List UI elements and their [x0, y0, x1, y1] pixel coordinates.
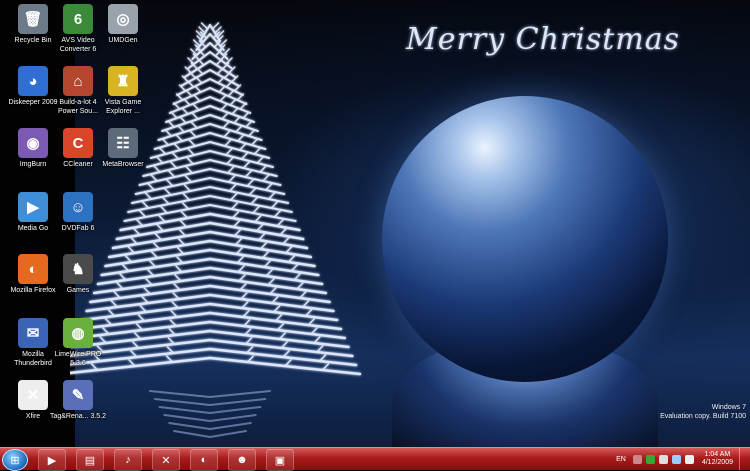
media-go-icon: ▶: [18, 192, 48, 222]
desktop-icon[interactable]: ♞ Games: [49, 254, 107, 295]
desktop-icon-label: DVDFab 6: [61, 225, 95, 232]
thunderbird-icon: ✉: [18, 318, 48, 348]
volume-icon[interactable]: [684, 454, 694, 464]
desktop-icon-label: Tag&Rena... 3.5.2: [49, 413, 107, 420]
desktop-icon[interactable]: ✎ Tag&Rena... 3.5.2: [49, 380, 107, 421]
desktop-icon[interactable]: ☷ MetaBrowser: [94, 128, 152, 169]
taskbar-pinned-button[interactable]: ✕: [152, 449, 180, 471]
taskbar-pinned-button[interactable]: ▣: [266, 449, 294, 471]
vista-game-explorer-icon: ♜: [108, 66, 138, 96]
language-indicator[interactable]: EN: [611, 456, 631, 463]
system-tray: EN 1:04 AM 4/12/2009: [611, 448, 750, 470]
desktop-icon-label: UMDGen: [108, 37, 138, 44]
windows-watermark: Windows 7 Evaluation copy. Build 7100: [660, 403, 746, 421]
taskbar-pinned-button[interactable]: ▶: [38, 449, 66, 471]
clock-time: 1:04 AM: [704, 451, 731, 458]
diskeeper-icon: ◕: [18, 66, 48, 96]
desktop[interactable]: Merry Christmas 🗑 Recycle Bin 6 AVS Video C…: [0, 0, 750, 447]
limewire-icon: ◍: [63, 318, 93, 348]
tray-arrow-icon[interactable]: [632, 454, 642, 464]
games-icon: ♞: [63, 254, 93, 284]
tray-app-icon[interactable]: [645, 454, 655, 464]
windows-explorer-icon: ▤: [84, 454, 96, 467]
watermark-os: Windows 7: [711, 404, 746, 411]
windows-logo-icon: ⊞: [10, 454, 20, 467]
imgburn-icon: ◉: [18, 128, 48, 158]
firefox-taskbar-icon: ◐: [200, 454, 208, 466]
ccleaner-icon: C: [63, 128, 93, 158]
firefox-icon: ◐: [18, 254, 48, 284]
show-desktop-button[interactable]: [739, 448, 750, 470]
clock[interactable]: 1:04 AM 4/12/2009: [696, 451, 739, 467]
media-go-taskbar-icon: ♪: [125, 454, 131, 466]
xfire-taskbar-icon: ✕: [161, 454, 171, 467]
dvdfab-icon: ☺: [63, 192, 93, 222]
taskbar-pinned-button[interactable]: ♪: [114, 449, 142, 471]
christmas-ornament-sphere: [382, 96, 668, 382]
desktop-icon-label: LimeWire PRO 5.3.6: [54, 351, 102, 367]
watermark-build: Evaluation copy. Build 7100: [660, 413, 746, 420]
desktop-icon[interactable]: ☺ DVDFab 6: [49, 192, 107, 233]
start-button[interactable]: ⊞: [2, 449, 28, 471]
merry-christmas-title: Merry Christmas: [406, 22, 681, 57]
desktop-icon-label: Games: [66, 287, 90, 294]
desktop-icon[interactable]: ◎ UMDGen: [94, 4, 152, 45]
metabrowser-icon: ☷: [108, 128, 138, 158]
network-icon[interactable]: [671, 454, 681, 464]
taskbar-pinned-button[interactable]: ▤: [76, 449, 104, 471]
tag-and-rename-icon: ✎: [63, 380, 93, 410]
taskbar-pinned-button[interactable]: ☻: [228, 449, 256, 471]
desktop-icon-label: MetaBrowser: [102, 161, 144, 168]
avs-video-converter-icon: 6: [63, 4, 93, 34]
remote-desktop-icon: ▣: [274, 454, 286, 467]
desktop-icon[interactable]: ♜ Vista Game Explorer ...: [94, 66, 152, 116]
desktop-icon-label: Vista Game Explorer ...: [104, 99, 142, 115]
windows-media-player-icon: ▶: [47, 454, 57, 467]
messenger-icon: ☻: [236, 454, 248, 466]
action-center-icon[interactable]: [658, 454, 668, 464]
taskbar-pinned-button[interactable]: ◐: [190, 449, 218, 471]
umdgen-icon: ◎: [108, 4, 138, 34]
clock-date: 4/12/2009: [701, 459, 733, 466]
xfire-icon: ✕: [18, 380, 48, 410]
build-a-lot-icon: ⌂: [63, 66, 93, 96]
taskbar: ⊞ ▶ ▤ ♪ ✕ ◐ ☻ ▣ EN 1:04 AM 4/12/2009: [0, 447, 750, 471]
desktop-icon[interactable]: ◍ LimeWire PRO 5.3.6: [49, 318, 107, 368]
recycle-bin-icon: 🗑: [18, 4, 48, 34]
